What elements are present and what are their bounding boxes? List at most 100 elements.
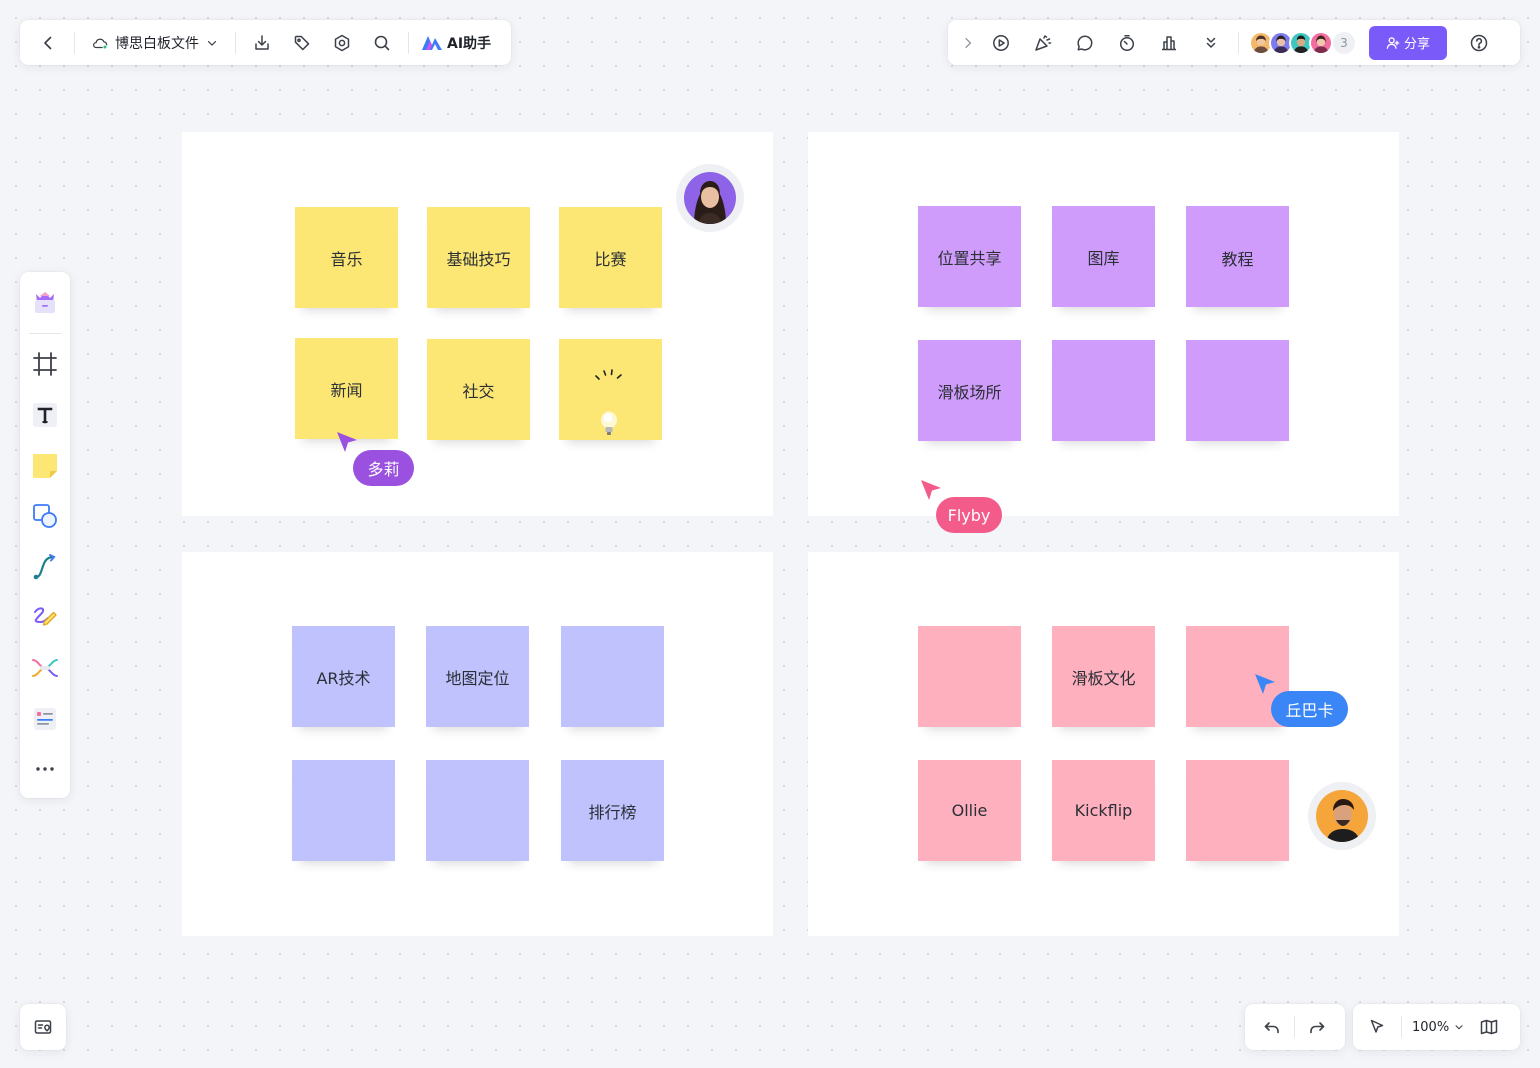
template-library-button[interactable] xyxy=(25,280,65,324)
timer-button[interactable] xyxy=(1106,25,1148,61)
play-circle-icon xyxy=(993,34,1009,51)
party-popper-icon xyxy=(1035,34,1052,51)
toolbar-divider xyxy=(1238,31,1239,54)
sticky-note[interactable]: 地图定位 xyxy=(426,626,529,727)
back-button[interactable] xyxy=(28,25,68,61)
sticky-note[interactable]: Ollie xyxy=(918,760,1021,861)
redo-icon xyxy=(1310,1022,1325,1034)
redo-button[interactable] xyxy=(1295,1009,1339,1045)
left-tool-palette xyxy=(20,272,70,798)
frame-bottom-left[interactable] xyxy=(182,552,773,936)
settings-button[interactable] xyxy=(322,25,362,61)
sticky-note[interactable]: 位置共享 xyxy=(918,206,1021,307)
frame-bottom-right[interactable] xyxy=(808,552,1399,936)
avatar[interactable] xyxy=(676,164,744,232)
sticky-note-idea[interactable] xyxy=(559,339,662,440)
collaborators-group[interactable]: 3 xyxy=(1249,29,1357,56)
shape-tool-button[interactable] xyxy=(25,494,65,538)
toolbar-divider xyxy=(408,31,409,54)
sticky-note-tool-button[interactable] xyxy=(25,444,65,488)
share-label: 分享 xyxy=(1403,37,1430,52)
sticky-note[interactable]: 图库 xyxy=(1052,206,1155,307)
sticky-note[interactable]: 教程 xyxy=(1186,206,1289,307)
toolbar-divider xyxy=(74,31,75,54)
text-tool-button[interactable] xyxy=(25,393,65,437)
sticky-note[interactable] xyxy=(426,760,529,861)
frame-top-right[interactable] xyxy=(808,132,1399,516)
collapse-toolbar-button[interactable] xyxy=(956,25,980,61)
sticky-note[interactable]: 基础技巧 xyxy=(427,207,530,308)
text-card-tool-button[interactable] xyxy=(25,697,65,741)
double-chevron-down-icon xyxy=(1206,37,1216,48)
sticky-note-icon xyxy=(33,453,57,478)
mind-map-icon xyxy=(32,658,58,677)
avatar[interactable] xyxy=(1308,782,1376,850)
vote-button[interactable] xyxy=(1148,25,1190,61)
open-book-icon xyxy=(1480,1019,1498,1035)
sticky-note[interactable] xyxy=(1186,340,1289,441)
lightbulb-icon xyxy=(595,369,622,435)
palette-divider xyxy=(29,332,61,334)
chevron-down-icon xyxy=(207,40,217,46)
zoom-controls: 100% xyxy=(1353,1004,1520,1050)
export-button[interactable] xyxy=(242,25,282,61)
sticky-note[interactable]: 滑板场所 xyxy=(918,340,1021,441)
connector-icon xyxy=(33,553,56,580)
document-card-icon xyxy=(34,707,56,730)
sticky-note[interactable]: 社交 xyxy=(427,339,530,440)
download-icon xyxy=(255,34,269,50)
undo-icon xyxy=(1264,1022,1279,1034)
sticky-note[interactable] xyxy=(561,626,664,727)
celebrate-button[interactable] xyxy=(1022,25,1064,61)
top-left-toolbar: 博思白板文件 AI助手 xyxy=(20,20,511,65)
collaborator-name-tag: Flyby xyxy=(936,497,1002,533)
sticky-note[interactable] xyxy=(1052,340,1155,441)
search-icon xyxy=(374,35,390,50)
avatar[interactable] xyxy=(1309,30,1333,55)
gear-icon xyxy=(334,34,350,51)
sticky-note[interactable] xyxy=(1186,760,1289,861)
sticky-note[interactable]: Kickflip xyxy=(1052,760,1155,861)
toolbar-divider xyxy=(235,31,236,54)
presentation-button[interactable] xyxy=(980,25,1022,61)
toolbar-divider xyxy=(1401,1016,1402,1038)
pen-tool-button[interactable] xyxy=(25,596,65,640)
select-tool-button[interactable] xyxy=(1357,1009,1397,1045)
share-button[interactable]: 分享 xyxy=(1369,25,1447,60)
sticky-note[interactable]: 音乐 xyxy=(295,207,398,308)
sticky-note[interactable]: 新闻 xyxy=(295,338,398,439)
tag-button[interactable] xyxy=(282,25,322,61)
sticky-note[interactable]: AR技术 xyxy=(292,626,395,727)
timer-icon xyxy=(1119,34,1135,51)
sticky-note[interactable]: 排行榜 xyxy=(561,760,664,861)
collaborator-count-badge[interactable]: 3 xyxy=(1331,29,1357,56)
collaborator-cursor-icon xyxy=(337,432,357,452)
comment-button[interactable] xyxy=(1064,25,1106,61)
bar-chart-icon xyxy=(1162,35,1176,50)
more-tools-palette-button[interactable] xyxy=(25,747,65,791)
map-location-icon xyxy=(34,1020,52,1034)
search-button[interactable] xyxy=(362,25,402,61)
text-icon xyxy=(33,402,57,427)
outline-view-button[interactable] xyxy=(1471,1009,1507,1045)
mind-map-tool-button[interactable] xyxy=(25,646,65,690)
frame-icon xyxy=(33,352,57,377)
undo-button[interactable] xyxy=(1250,1009,1294,1045)
ai-logo-icon xyxy=(422,35,442,50)
sticky-note[interactable] xyxy=(918,626,1021,727)
collaborator-cursor-icon xyxy=(921,480,941,500)
chevron-right-icon xyxy=(965,37,972,48)
help-button[interactable] xyxy=(1461,25,1497,61)
ai-assistant-label: AI助手 xyxy=(447,35,492,52)
minimap-toggle-button[interactable] xyxy=(20,1004,66,1050)
document-title-dropdown[interactable]: 博思白板文件 xyxy=(81,25,229,61)
sticky-note[interactable]: 比赛 xyxy=(559,207,662,308)
sticky-note[interactable] xyxy=(292,760,395,861)
connector-tool-button[interactable] xyxy=(25,545,65,589)
zoom-level-dropdown[interactable]: 100% xyxy=(1406,1020,1471,1035)
more-tools-button[interactable] xyxy=(1190,25,1232,61)
ai-assistant-button[interactable]: AI助手 xyxy=(415,25,497,61)
sticky-note[interactable]: 滑板文化 xyxy=(1052,626,1155,727)
collaborator-cursor-icon xyxy=(1255,674,1275,694)
frame-tool-button[interactable] xyxy=(25,343,65,387)
